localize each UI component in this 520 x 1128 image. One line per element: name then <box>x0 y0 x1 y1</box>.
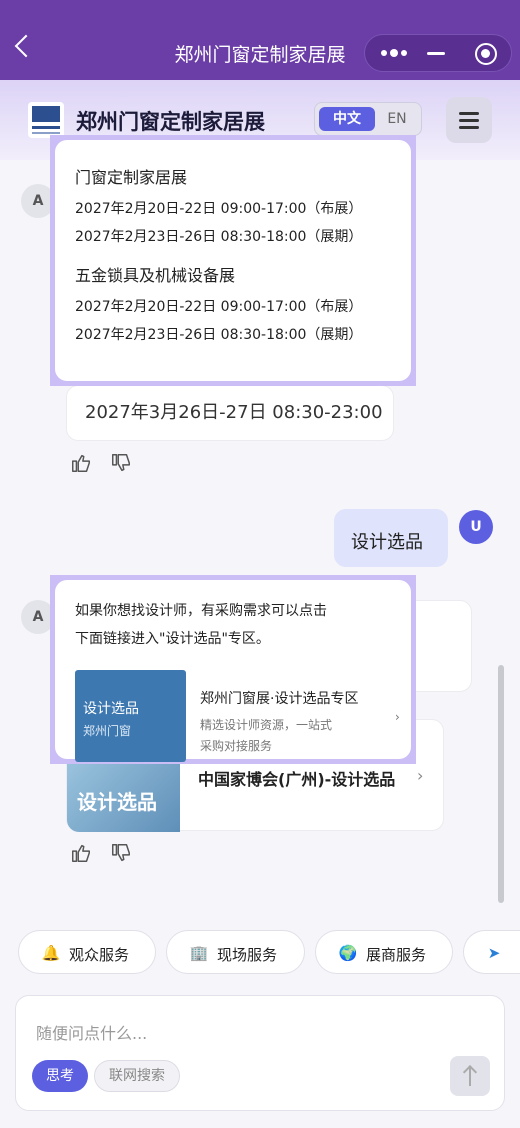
design-link-desc: 采购对接服务 <box>200 739 273 753</box>
title-bar: 郑州门窗定制家居展 <box>0 0 520 80</box>
lang-zh-button[interactable]: 中文 <box>319 107 375 131</box>
design-link-title[interactable]: 郑州门窗展·设计选品专区 <box>200 688 358 708</box>
chip-label: 观众服务 <box>69 946 130 964</box>
reply-intro-line: 如果你想找设计师，有采购需求可以点击 <box>75 603 327 619</box>
user-message-text: 设计选品 <box>351 532 423 553</box>
chat-scrollbar[interactable] <box>498 665 504 903</box>
design-reply-card: 如果你想找设计师，有采购需求可以点击 下面链接进入"设计选品"专区。 设计选品 … <box>55 580 411 762</box>
brand-title: 郑州门窗定制家居展 <box>76 110 265 134</box>
link-image-subtitle: 郑州门窗 <box>83 724 132 738</box>
mini-program-capsule <box>364 34 512 72</box>
chat-input-box[interactable]: 随便问点什么... 思考 联网搜索 <box>15 995 505 1111</box>
chip-audience-service[interactable]: 🔔 观众服务 <box>18 930 156 974</box>
minimize-icon[interactable] <box>427 52 445 55</box>
chevron-right-icon: › <box>417 766 424 785</box>
chip-onsite-service[interactable]: 🏢 现场服务 <box>166 930 305 974</box>
message-input[interactable]: 随便问点什么... <box>36 1020 147 1044</box>
underlying-message-card: 2027年3月26日-27日 08:30-23:00 <box>66 385 394 441</box>
chip-exhibitor-service[interactable]: 🌍 展商服务 <box>315 930 453 974</box>
chip-label: 现场服务 <box>217 946 278 964</box>
user-avatar: U <box>459 510 493 544</box>
think-toggle-button[interactable]: 思考 <box>32 1060 88 1092</box>
schedule-card: 门窗定制家居展 2027年2月20日-22日 09:00-17:00（布展） 2… <box>55 140 411 381</box>
thumbs-down-icon[interactable] <box>110 842 132 864</box>
send-arrow-icon[interactable] <box>450 1056 490 1096</box>
schedule-line: 2027年2月23日-26日 08:30-18:00（展期） <box>75 327 363 343</box>
bell-icon: 🔔 <box>41 944 61 962</box>
schedule-section-title: 门窗定制家居展 <box>75 168 188 187</box>
menu-button[interactable] <box>446 97 492 143</box>
chevron-right-icon[interactable]: › <box>395 710 400 724</box>
train-icon: ➤ <box>487 944 501 962</box>
underlying-link-image-text: 设计选品 <box>77 790 157 814</box>
schedule-card-highlight: 门窗定制家居展 2027年2月20日-22日 09:00-17:00（布展） 2… <box>50 135 416 386</box>
schedule-line: 2027年2月20日-22日 09:00-17:00（布展） <box>75 201 363 217</box>
underlying-link-title: 中国家博会(广州)-设计选品 <box>198 770 396 789</box>
thumbs-down-icon[interactable] <box>110 452 132 474</box>
design-card-highlight: 如果你想找设计师，有采购需求可以点击 下面链接进入"设计选品"专区。 设计选品 … <box>50 575 416 764</box>
underlying-date-text: 2027年3月26日-27日 08:30-23:00 <box>85 402 383 423</box>
schedule-line: 2027年2月20日-22日 09:00-17:00（布展） <box>75 299 363 315</box>
thumbs-up-icon[interactable] <box>70 452 92 474</box>
chip-more-service[interactable]: ➤ <box>463 930 520 974</box>
design-link-image[interactable]: 设计选品 郑州门窗 <box>75 670 186 762</box>
user-message-bubble: 设计选品 <box>334 509 448 567</box>
web-search-toggle-button[interactable]: 联网搜索 <box>94 1060 180 1092</box>
chip-label: 展商服务 <box>366 946 427 964</box>
thumbs-up-icon[interactable] <box>70 842 92 864</box>
brand-logo <box>28 102 64 138</box>
schedule-line: 2027年2月23日-26日 08:30-18:00（展期） <box>75 229 363 245</box>
reply-intro-line: 下面链接进入"设计选品"专区。 <box>75 631 270 647</box>
lang-en-button[interactable]: EN <box>377 107 417 131</box>
link-image-title: 设计选品 <box>83 701 139 717</box>
design-link-desc: 精选设计师资源，一站式 <box>200 718 333 732</box>
close-icon[interactable] <box>475 43 497 65</box>
schedule-section-title: 五金锁具及机械设备展 <box>75 266 236 285</box>
globe-icon: 🌍 <box>338 944 358 962</box>
more-icon[interactable] <box>381 46 407 60</box>
building-icon: 🏢 <box>189 944 209 962</box>
language-switch[interactable]: 中文 EN <box>314 102 422 136</box>
